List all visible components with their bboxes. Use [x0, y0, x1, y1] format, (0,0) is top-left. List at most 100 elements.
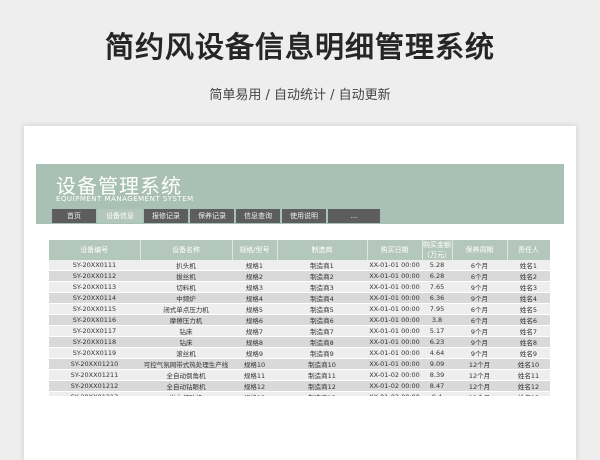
cell-equipment-name: 可控气氛网带式热处理生产线 [140, 358, 232, 370]
cell-purchase-amount: 7.65 [422, 281, 452, 293]
cell-purchase-amount: 4.64 [422, 347, 452, 359]
tab-info-query[interactable]: 信息查询 [236, 209, 280, 223]
cell-person-in-charge: 姓名4 [507, 292, 550, 304]
tab-equipment-info[interactable]: 设备信息 [98, 209, 142, 223]
tab-home[interactable]: 首页 [52, 209, 96, 223]
cell-purchase-amount: 3.8 [422, 314, 452, 326]
table-row[interactable]: SY-20XX01210 可控气氛网带式热处理生产线 规格10 制造商10 XX-01-… [49, 358, 550, 370]
header-purchase-amount[interactable]: 购买金额（万元） [422, 240, 453, 260]
table-row[interactable]: SY-20XX0116 摩擦压力机 规格6 制造商6 XX-01-01 00:00 3.8… [49, 314, 550, 326]
cell-person-in-charge: 姓名1 [507, 260, 550, 271]
cell-maintenance-cycle: 6个月 [452, 270, 507, 282]
cell-manufacturer: 制造商8 [277, 336, 367, 348]
table-row[interactable]: SY-20XX0114 中频炉 规格4 制造商4 XX-01-01 00:00 6.36 9… [49, 292, 550, 304]
cell-person-in-charge: 姓名11 [507, 369, 550, 381]
system-subtitle: EQUIPMENT MANAGEMENT SYSTEM [56, 195, 194, 203]
cell-equipment-id: SY-20XX0116 [49, 314, 140, 326]
cell-purchase-amount: 7.95 [422, 303, 452, 315]
cell-person-in-charge: 姓名10 [507, 358, 550, 370]
cell-person-in-charge: 姓名6 [507, 314, 550, 326]
cell-equipment-name: 闭式单点压力机 [140, 303, 232, 315]
cell-equipment-name: 扒头机 [140, 260, 232, 271]
cell-spec-model: 规格11 [232, 369, 277, 381]
cell-purchase-amount: 5.28 [422, 260, 452, 271]
cell-spec-model: 规格7 [232, 325, 277, 337]
cell-equipment-name: 切料机 [140, 281, 232, 293]
table-row[interactable]: SY-20XX0113 切料机 规格3 制造商3 XX-01-01 00:00 7.65 9… [49, 281, 550, 293]
header-person-in-charge[interactable]: 责任人 [507, 240, 550, 260]
cell-manufacturer: 制造商6 [277, 314, 367, 326]
header-spec-model[interactable]: 规格/型号 [232, 240, 278, 260]
cell-equipment-id: SY-20XX01212 [49, 380, 140, 392]
cell-maintenance-cycle: 9个月 [452, 281, 507, 293]
header-manufacturer[interactable]: 制造商 [277, 240, 368, 260]
cell-manufacturer: 制造商1 [277, 260, 367, 271]
cell-equipment-id: SY-20XX0117 [49, 325, 140, 337]
table-header-row: 设备编号 设备名称 规格/型号 制造商 购买日期 购买金额（万元） 保养周期 责… [49, 240, 550, 260]
cell-person-in-charge: 姓名8 [507, 336, 550, 348]
cell-spec-model: 规格4 [232, 292, 277, 304]
table-row[interactable]: SY-20XX0111 扒头机 规格1 制造商1 XX-01-01 00:00 5.28 6… [49, 260, 550, 271]
header-equipment-id[interactable]: 设备编号 [49, 240, 141, 260]
cell-purchase-amount: 6.23 [422, 336, 452, 348]
cell-spec-model: 规格5 [232, 303, 277, 315]
cell-maintenance-cycle: 9个月 [452, 292, 507, 304]
tab-repair-records[interactable]: 报修记录 [144, 209, 188, 223]
cell-equipment-id: SY-20XX0112 [49, 270, 140, 282]
cell-purchase-date: XX-01-01 00:00 [367, 347, 422, 359]
cell-manufacturer: 制造商9 [277, 347, 367, 359]
cell-equipment-name: 钻床 [140, 336, 232, 348]
cell-purchase-amount: 8.39 [422, 369, 452, 381]
cell-equipment-id: SY-20XX01211 [49, 369, 140, 381]
cell-person-in-charge: 姓名5 [507, 303, 550, 315]
cell-purchase-date: XX-01-02 00:00 [367, 380, 422, 392]
cell-maintenance-cycle: 6个月 [452, 260, 507, 271]
cell-person-in-charge: 姓名12 [507, 380, 550, 392]
cell-spec-model: 规格9 [232, 347, 277, 359]
header-maintenance-cycle[interactable]: 保养周期 [452, 240, 508, 260]
cell-purchase-date: XX-01-02 00:00 [367, 369, 422, 381]
tab-instructions[interactable]: 使用说明 [282, 209, 326, 223]
cell-manufacturer: 制造商7 [277, 325, 367, 337]
cell-equipment-name: 滚丝机 [140, 347, 232, 359]
table-row[interactable]: SY-20XX0115 闭式单点压力机 规格5 制造商5 XX-01-01 00:00 7… [49, 303, 550, 315]
cell-purchase-amount: 8.47 [422, 380, 452, 392]
cell-purchase-date: XX-01-01 00:00 [367, 325, 422, 337]
cell-purchase-date: XX-01-01 00:00 [367, 281, 422, 293]
cell-equipment-id: SY-20XX0115 [49, 303, 140, 315]
cell-equipment-id: SY-20XX0119 [49, 347, 140, 359]
cell-purchase-date: XX-01-01 00:00 [367, 270, 422, 282]
cell-person-in-charge: 姓名3 [507, 281, 550, 293]
header-equipment-name[interactable]: 设备名称 [140, 240, 233, 260]
cell-person-in-charge: 姓名9 [507, 347, 550, 359]
cell-maintenance-cycle: 12个月 [452, 358, 507, 370]
cell-purchase-amount: 9.09 [422, 358, 452, 370]
cell-spec-model: 规格1 [232, 260, 277, 271]
table-row[interactable]: SY-20XX0117 钻床 规格7 制造商7 XX-01-01 00:00 5.17 9个… [49, 325, 550, 337]
cell-equipment-id: SY-20XX0113 [49, 281, 140, 293]
cell-equipment-name: 钻床 [140, 325, 232, 337]
tab-more[interactable]: ... [328, 209, 380, 223]
cell-maintenance-cycle: 6个月 [452, 303, 507, 315]
tab-maintenance-records[interactable]: 保养记录 [190, 209, 234, 223]
card-bottom-area [24, 396, 576, 460]
table-row[interactable]: SY-20XX01212 全自动钻眼机 规格12 制造商12 XX-01-02 00:0… [49, 380, 550, 392]
header-purchase-date[interactable]: 购买日期 [367, 240, 423, 260]
cell-purchase-amount: 6.36 [422, 292, 452, 304]
table-row[interactable]: SY-20XX01211 全自动倒角机 规格11 制造商11 XX-01-02 00:0… [49, 369, 550, 381]
cell-spec-model: 规格2 [232, 270, 277, 282]
cell-purchase-date: XX-01-01 00:00 [367, 260, 422, 271]
cell-equipment-name: 全自动钻眼机 [140, 380, 232, 392]
table-row[interactable]: SY-20XX0112 拔丝机 规格2 制造商2 XX-01-01 00:00 6.28 6… [49, 270, 550, 282]
page-subtitle: 简单易用 / 自动统计 / 自动更新 [209, 88, 391, 103]
cell-maintenance-cycle: 6个月 [452, 314, 507, 326]
table-row[interactable]: SY-20XX0118 钻床 规格8 制造商8 XX-01-01 00:00 6.23 9个… [49, 336, 550, 348]
cell-manufacturer: 制造商12 [277, 380, 367, 392]
cell-spec-model: 规格12 [232, 380, 277, 392]
cell-maintenance-cycle: 9个月 [452, 347, 507, 359]
cell-spec-model: 规格6 [232, 314, 277, 326]
cell-manufacturer: 制造商5 [277, 303, 367, 315]
cell-equipment-id: SY-20XX01210 [49, 358, 140, 370]
cell-manufacturer: 制造商4 [277, 292, 367, 304]
table-row[interactable]: SY-20XX0119 滚丝机 规格9 制造商9 XX-01-01 00:00 4.64 9… [49, 347, 550, 359]
